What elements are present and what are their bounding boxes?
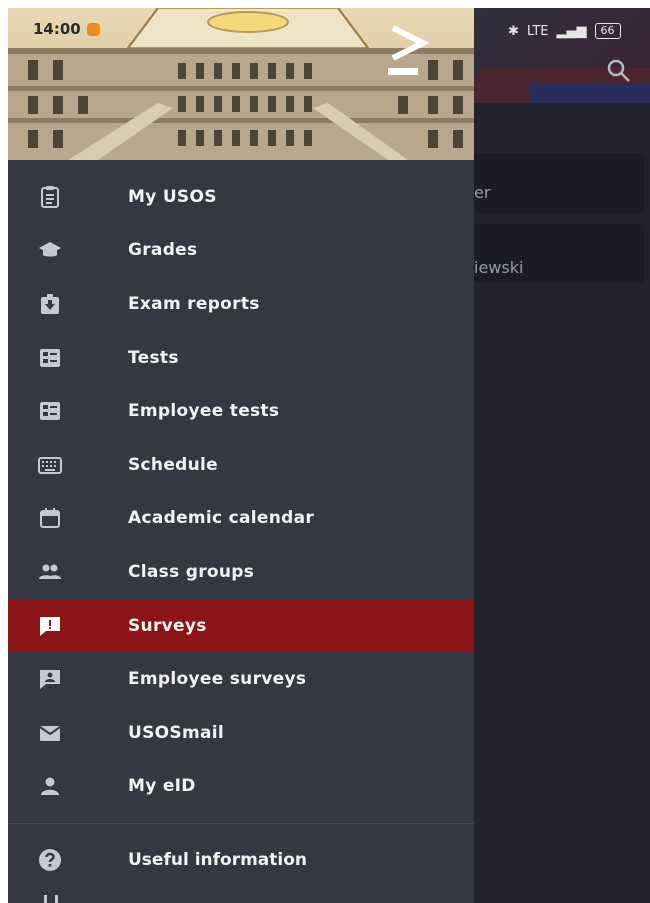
bluetooth-icon: ✱	[508, 23, 519, 39]
background-card: er	[474, 153, 644, 213]
status-time: 14:00	[33, 20, 100, 38]
menu-item-tests[interactable]: Tests	[8, 331, 474, 385]
menu-item-employee-surveys[interactable]: Employee surveys	[8, 652, 474, 706]
menu-item-grades[interactable]: Grades	[8, 224, 474, 278]
menu-item-label: Employee tests	[128, 401, 280, 422]
background-card-text: iewski	[474, 258, 524, 277]
menu-item-label: Academic calendar	[128, 508, 315, 529]
menu-item-label: Employee surveys	[128, 669, 307, 690]
menu-item-academic-calendar[interactable]: Academic calendar	[8, 492, 474, 546]
menu-divider	[8, 823, 474, 824]
menu-item-my-usos[interactable]: My USOS	[8, 170, 474, 224]
settings-icon[interactable]	[40, 893, 62, 903]
keyboard-grid-icon	[38, 456, 62, 474]
network-label: LTE	[526, 23, 549, 39]
search-icon[interactable]	[606, 58, 632, 84]
people-icon	[39, 564, 61, 579]
test-list-icon	[40, 348, 60, 367]
employee-feedback-icon	[40, 670, 60, 690]
menu-item-label: USOSmail	[128, 722, 224, 743]
menu-item-label: Exam reports	[128, 293, 260, 314]
drawer-header-image: 14:00	[8, 8, 474, 160]
battery-indicator: 66	[594, 23, 621, 39]
help-circle-icon	[39, 848, 61, 871]
menu-item-schedule[interactable]: Schedule	[8, 438, 474, 492]
menu-item-usosmail[interactable]: USOSmail	[8, 706, 474, 760]
signal-icon: ▂▄▆	[556, 23, 587, 39]
menu-item-useful-information[interactable]: Useful information	[8, 833, 474, 886]
menu-item-label: My USOS	[128, 186, 217, 207]
menu-item-label: My eID	[128, 776, 196, 797]
menu-item-employee-tests[interactable]: Employee tests	[8, 384, 474, 438]
menu-item-label: Schedule	[128, 454, 218, 475]
clipboard-icon	[41, 185, 59, 208]
menu-item-my-eid[interactable]: My eID	[8, 760, 474, 814]
menu-item-label: Surveys	[128, 615, 207, 636]
background-card-text: er	[474, 183, 491, 202]
header-stripe	[530, 83, 650, 103]
navigation-drawer: 14:00 My USOS Grades Exam reports Tests …	[8, 8, 474, 903]
menu-item-surveys[interactable]: Surveys	[8, 598, 474, 653]
menu-item-label: Class groups	[128, 561, 255, 582]
drawer-menu: My USOS Grades Exam reports Tests Employ…	[8, 170, 474, 813]
menu-item-label: Grades	[128, 240, 198, 261]
calendar-icon	[40, 508, 60, 529]
graduation-cap-icon	[39, 242, 61, 257]
menu-item-class-groups[interactable]: Class groups	[8, 545, 474, 599]
phone-screen: ✱ LTE ▂▄▆ 66 er iewski 14:00 My USOS Gra…	[8, 8, 650, 903]
status-icons: ✱ LTE ▂▄▆ 66	[508, 20, 621, 42]
feedback-icon	[40, 616, 60, 636]
menu-item-exam-reports[interactable]: Exam reports	[8, 277, 474, 331]
mail-icon	[39, 725, 61, 741]
menu-item-label: Tests	[128, 347, 179, 368]
person-icon	[41, 777, 59, 796]
test-list-icon	[40, 402, 60, 421]
time-label: 14:00	[33, 20, 81, 38]
download-box-icon	[41, 293, 59, 314]
background-card: iewski	[474, 224, 644, 282]
notification-icon	[86, 22, 100, 36]
menu-item-label: Useful information	[128, 849, 308, 870]
